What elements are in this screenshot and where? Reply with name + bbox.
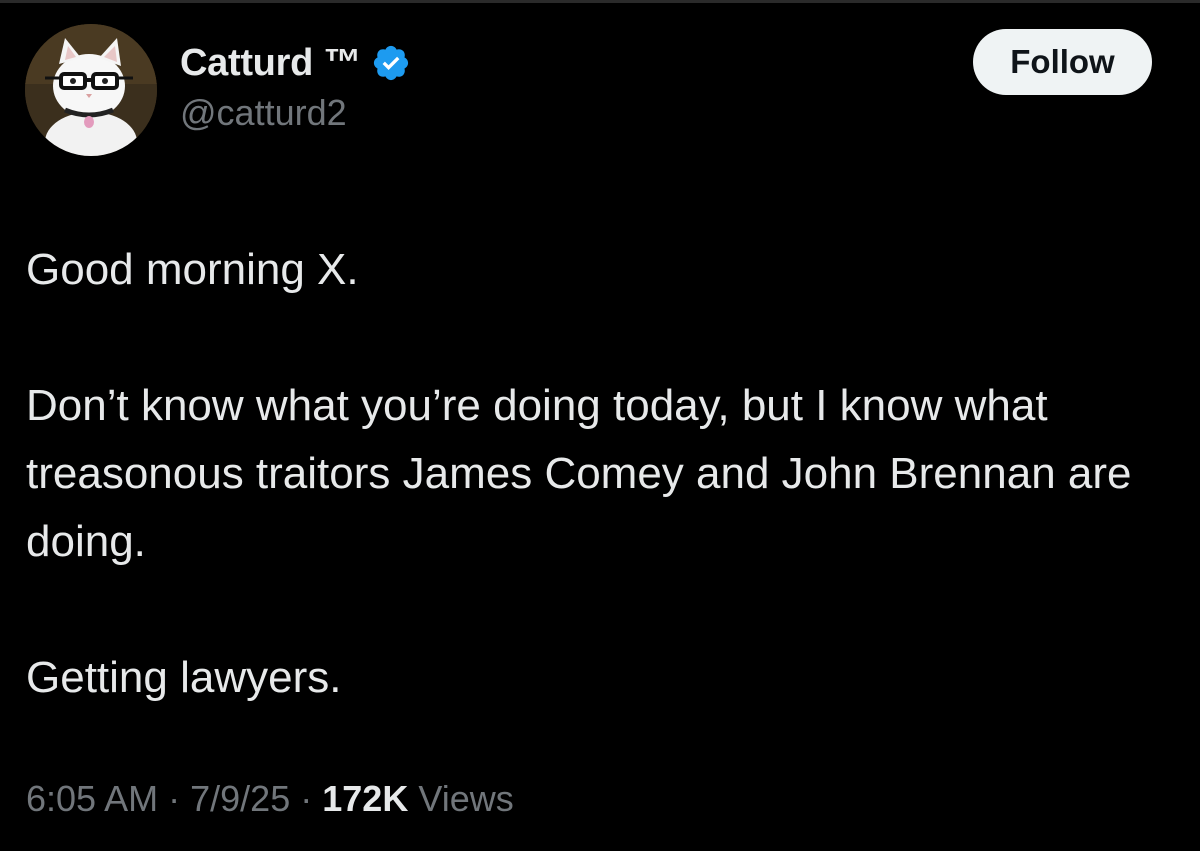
author-name-row: Catturd ™: [180, 40, 411, 86]
tweet-date[interactable]: 7/9/25: [190, 778, 290, 819]
verified-badge-icon[interactable]: [371, 43, 411, 83]
author-display-name[interactable]: Catturd ™: [180, 42, 361, 85]
author-handle[interactable]: @catturd2: [180, 92, 411, 134]
tweet-card: Catturd ™ @catturd2 Follow Good morning …: [0, 0, 1200, 851]
tweet-paragraph: Don’t know what you’re doing today, but …: [26, 381, 1144, 566]
cat-avatar-image: [25, 24, 157, 156]
tweet-text: Good morning X. Don’t know what you’re d…: [26, 236, 1156, 712]
views-count[interactable]: 172K: [322, 778, 408, 819]
views-label: Views: [418, 778, 514, 819]
tweet-meta: 6:05 AM · 7/9/25 · 172K Views: [26, 778, 514, 820]
follow-button[interactable]: Follow: [973, 29, 1152, 95]
author-identity: Catturd ™ @catturd2: [180, 40, 411, 134]
tweet-paragraph: Good morning X.: [26, 245, 359, 294]
tweet-time[interactable]: 6:05 AM: [26, 778, 158, 819]
avatar[interactable]: [25, 24, 157, 156]
meta-separator: ·: [300, 778, 313, 819]
tweet-paragraph: Getting lawyers.: [26, 653, 342, 702]
meta-separator: ·: [168, 778, 181, 819]
